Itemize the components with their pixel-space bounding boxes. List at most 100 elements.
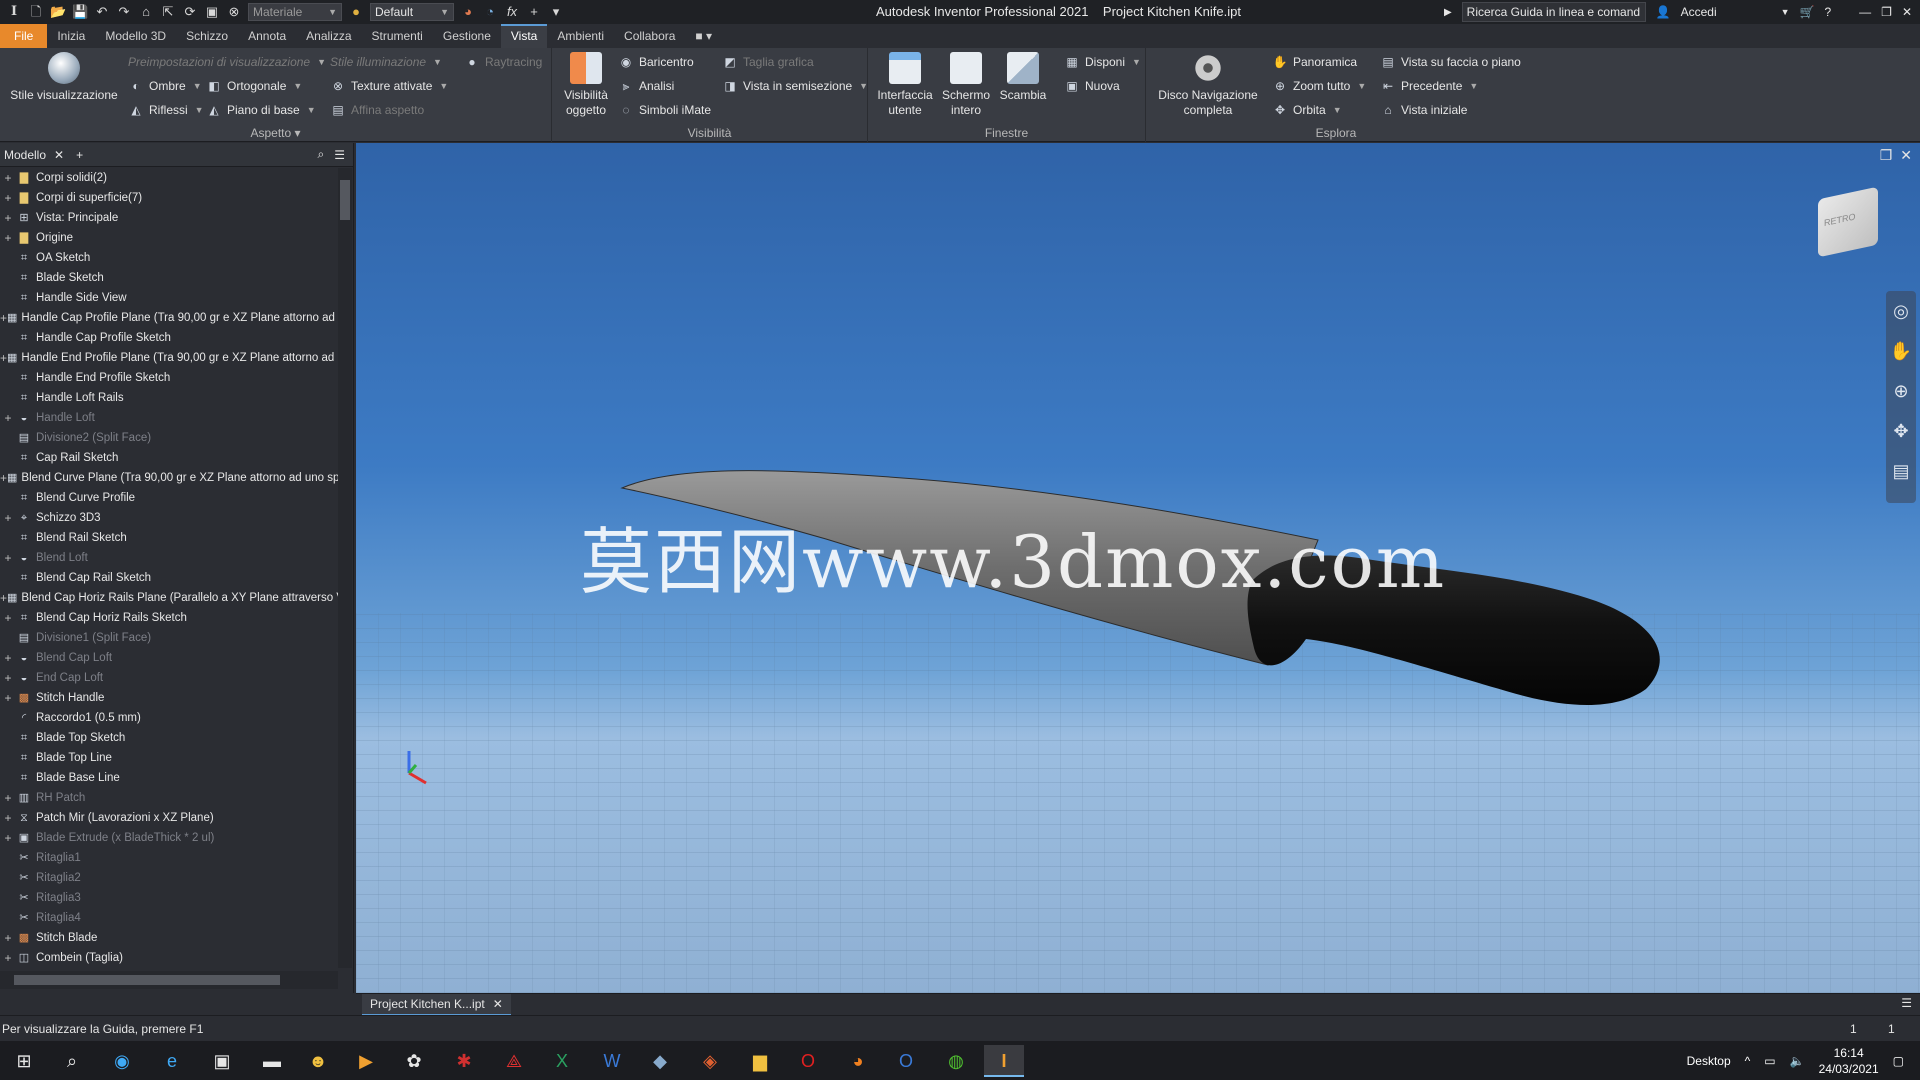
tree-node[interactable]: + ▩ Stitch Handle [0,688,340,708]
center-gravity-button[interactable]: ◉ Baricentro [618,52,694,72]
outlook-icon[interactable]: O [886,1045,926,1077]
network-icon[interactable]: ▭ [1764,1054,1775,1068]
document-tab[interactable]: Project Kitchen K...ipt ✕ [362,994,511,1016]
signin-link[interactable]: Accedi [1681,5,1771,19]
browser-vertical-scrollbar[interactable] [338,168,352,968]
signin-dropdown-icon[interactable]: ▼ [1781,7,1790,17]
home-view-button[interactable]: ⌂ Vista iniziale [1380,100,1467,120]
excel-icon[interactable]: X [542,1045,582,1077]
panel-title-aspetto[interactable]: Aspetto ▾ [0,126,551,140]
scrollbar-thumb[interactable] [14,975,280,985]
notifications-icon[interactable]: ▢ [1893,1054,1904,1068]
tree-node[interactable]: + ▦ Handle End Profile Plane (Tra 90,00 gr… [0,348,340,368]
imate-glyphs-button[interactable]: ◌ Simboli iMate [618,100,711,120]
tree-node[interactable]: ✂ Ritaglia3 [0,888,340,908]
tree-node[interactable]: ⌗ Blade Top Sketch [0,728,340,748]
tree-node[interactable]: ⌗ Handle Cap Profile Sketch [0,328,340,348]
word-icon[interactable]: W [592,1045,632,1077]
document-tabs-menu-icon[interactable]: ☰ [1901,996,1912,1010]
app-icon-5[interactable]: ◈ [690,1045,730,1077]
tree-node[interactable]: + ▦ Blend Cap Horiz Rails Plane (Parallelo… [0,588,340,608]
tab-inizia[interactable]: Inizia [47,24,95,48]
display-presets-combo[interactable]: Preimpostazioni di visualizzazione ▼ [128,52,326,72]
restore-icon[interactable]: ❐ [1881,5,1892,19]
fullscreen-button[interactable]: Schermo intero [938,52,994,118]
browser-horizontal-scrollbar[interactable] [0,971,338,989]
tab-analizza[interactable]: Analizza [296,24,361,48]
edge-icon[interactable]: ◉ [102,1045,142,1077]
video-dropdown-icon[interactable]: ■ ▾ [685,24,722,48]
open-file-icon[interactable]: 📂 [50,4,66,20]
appearance-combo[interactable]: Default ▼ [370,3,454,21]
tree-node[interactable]: + ▦ Blend Curve Plane (Tra 90,00 gr e XZ P… [0,468,340,488]
half-section-button[interactable]: ◨ Vista in semisezione ▼ [722,76,868,96]
tree-node[interactable]: + ◒ Handle Loft [0,408,340,428]
tree-node[interactable]: ⌗ Blade Top Line [0,748,340,768]
expand-icon[interactable]: + [0,311,7,325]
object-visibility-button[interactable]: Visibilità oggetto [558,52,614,118]
firefox-icon[interactable]: ◕ [838,1045,878,1077]
redo-icon[interactable]: ↷ [116,4,132,20]
tab-file[interactable]: File [0,24,48,48]
shadows-button[interactable]: ◐ Ombre ▼ [128,76,201,96]
pan-button[interactable]: ✋ Panoramica [1272,52,1358,72]
tab-collabora[interactable]: Collabora [614,24,685,48]
home-icon[interactable]: ⌂ [138,4,154,20]
internet-explorer-icon[interactable]: e [152,1045,192,1077]
orthographic-button[interactable]: ◧ Ortogonale ▼ [206,76,302,96]
ground-plane-button[interactable]: ◭ Piano di base ▼ [206,100,315,120]
app-icon-2[interactable]: ✿ [394,1045,434,1077]
tree-node[interactable]: + ▇ Corpi solidi(2) [0,168,340,188]
tree-node[interactable]: + ▩ Stitch Blade [0,928,340,948]
tab-ambienti[interactable]: Ambienti [547,24,614,48]
expand-icon[interactable]: + [0,351,7,365]
tree-node[interactable]: ⌗ Cap Rail Sketch [0,448,340,468]
tree-node[interactable]: ⌗ Handle Side View [0,288,340,308]
tree-node[interactable]: + ◒ End Cap Loft [0,668,340,688]
appearance-override-icon[interactable]: ⊗ [226,4,242,20]
expand-icon[interactable]: + [0,211,16,225]
expand-icon[interactable]: + [0,651,16,665]
browser-menu-icon[interactable]: ☰ [334,148,345,162]
graphics-viewport[interactable]: 莫西网www.3dmox.com RETRO ❐ ✕ ◎ ✋ ⊕ ✥ ▤ [356,143,1920,993]
browser-tab-modello[interactable]: Modello [4,148,46,162]
update-icon[interactable]: ⟳ [182,4,198,20]
tree-node[interactable]: + ▦ Handle Cap Profile Plane (Tra 90,00 gr… [0,308,340,328]
minimize-icon[interactable]: — [1859,5,1871,19]
tree-node[interactable]: ⌗ Blend Curve Profile [0,488,340,508]
customize-qat-icon[interactable]: ▾ [548,4,564,20]
expand-icon[interactable]: + [0,671,16,685]
tree-node[interactable]: + ▥ RH Patch [0,788,340,808]
tree-node[interactable]: ▤ Divisione1 (Split Face) [0,628,340,648]
arrange-button[interactable]: ▦ Disponi ▼ [1064,52,1141,72]
tree-node[interactable]: + ◒ Blend Loft [0,548,340,568]
help-icon[interactable]: ? [1824,5,1831,19]
tree-node[interactable]: + ◒ Blend Cap Loft [0,648,340,668]
nav-wheel-icon[interactable]: ◎ [1886,291,1916,331]
desktop-toolbar[interactable]: Desktop [1687,1054,1731,1068]
user-icon[interactable]: 👤 [1656,5,1671,19]
plus-icon[interactable]: + [526,4,542,20]
tree-node[interactable]: + ▣ Blade Extrude (x BladeThick * 2 ul) [0,828,340,848]
nav-orbit-icon[interactable]: ✥ [1886,411,1916,451]
tree-node[interactable]: + ▇ Origine [0,228,340,248]
clear-appearance-icon[interactable]: ◔ [482,4,498,20]
expand-icon[interactable]: + [0,951,16,965]
expand-icon[interactable]: + [0,691,16,705]
raytracing-button[interactable]: ● Raytracing [464,52,542,72]
tree-node[interactable]: ▤ Divisione2 (Split Face) [0,428,340,448]
expand-icon[interactable]: + [0,171,16,185]
tab-strumenti[interactable]: Strumenti [362,24,433,48]
expand-icon[interactable]: + [0,591,7,605]
viewport-maximize-icon[interactable]: ❐ [1880,147,1893,164]
add-browser-tab-icon[interactable]: + [76,148,83,162]
expand-icon[interactable]: + [0,191,16,205]
expand-icon[interactable]: + [0,831,16,845]
tab-vista[interactable]: Vista [500,24,548,48]
save-icon[interactable]: 💾 [72,4,88,20]
tab-gestione[interactable]: Gestione [433,24,501,48]
cart-icon[interactable]: 🛒 [1800,5,1815,19]
search-arrow-icon[interactable]: ▶ [1444,7,1452,18]
app-icon-4[interactable]: ◆ [640,1045,680,1077]
switch-button[interactable]: Scambia [996,52,1050,103]
